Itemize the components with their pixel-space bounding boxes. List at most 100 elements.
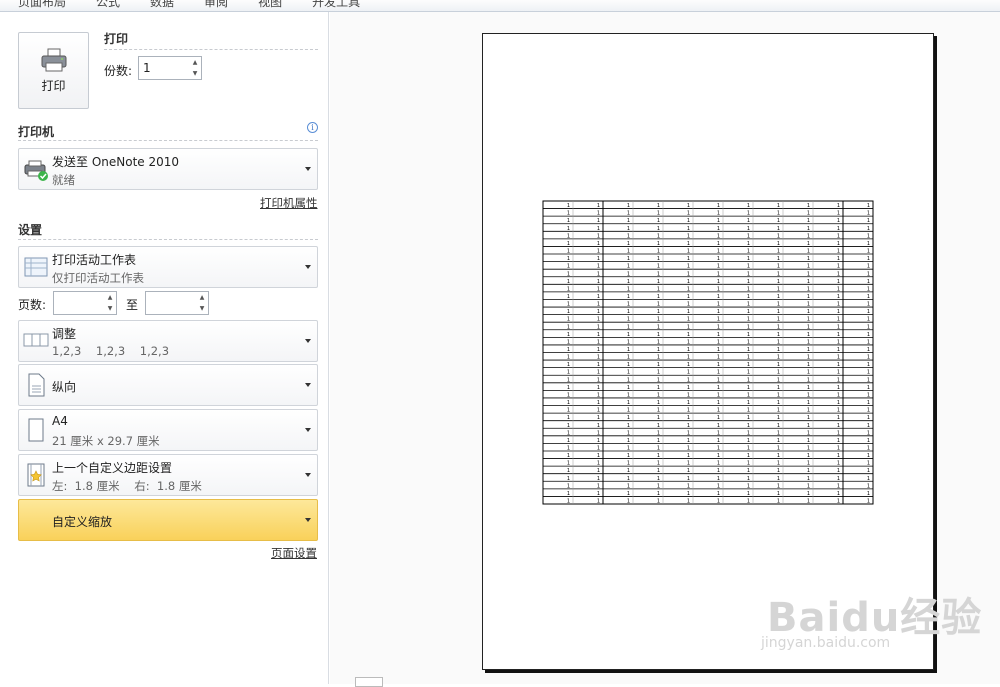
- copies-stepper[interactable]: 1 ▲ ▼: [138, 56, 202, 80]
- pages-to-value[interactable]: [146, 292, 196, 314]
- preview-cell: 1: [567, 317, 570, 323]
- preview-cell: 1: [627, 476, 630, 482]
- stepper-up-icon[interactable]: ▲: [200, 294, 205, 301]
- preview-cell: 1: [777, 347, 780, 353]
- preview-cell: 1: [627, 408, 630, 414]
- preview-cell: 1: [867, 226, 870, 232]
- printer-select[interactable]: 发送至 OneNote 2010 就绪: [18, 148, 318, 190]
- tab-page-layout[interactable]: 页面布局: [18, 0, 66, 10]
- preview-cell: 1: [687, 249, 690, 255]
- preview-cell: 1: [747, 476, 750, 482]
- preview-cell: 1: [747, 279, 750, 285]
- copies-value[interactable]: 1: [139, 57, 189, 79]
- preview-cell: 1: [747, 249, 750, 255]
- preview-cell: 1: [837, 430, 840, 436]
- preview-cell: 1: [777, 294, 780, 300]
- preview-cell: 1: [717, 377, 720, 383]
- tab-review[interactable]: 审阅: [204, 0, 228, 10]
- preview-cell: 1: [687, 286, 690, 292]
- preview-cell: 1: [687, 430, 690, 436]
- preview-cell: 1: [837, 271, 840, 277]
- stepper-up-icon[interactable]: ▲: [108, 294, 113, 301]
- preview-cell: 1: [687, 362, 690, 368]
- print-button[interactable]: 打印: [18, 32, 89, 109]
- pages-from-field[interactable]: ▲ ▼: [53, 291, 117, 315]
- preview-cell: 1: [807, 211, 810, 217]
- preview-cell: 1: [777, 249, 780, 255]
- stepper-up-icon[interactable]: ▲: [193, 59, 198, 66]
- preview-cell: 1: [597, 332, 600, 338]
- page-setup-link[interactable]: 页面设置: [271, 545, 317, 561]
- tab-formulas[interactable]: 公式: [96, 0, 120, 10]
- preview-cell: 1: [567, 286, 570, 292]
- stepper-down-icon[interactable]: ▼: [108, 305, 113, 312]
- printer-properties-link[interactable]: 打印机属性: [260, 195, 318, 211]
- preview-cell: 1: [777, 408, 780, 414]
- preview-cell: 1: [867, 415, 870, 421]
- preview-cell: 1: [807, 332, 810, 338]
- preview-cell: 1: [717, 385, 720, 391]
- preview-cell: 1: [627, 264, 630, 270]
- orientation-select[interactable]: 纵向: [18, 364, 318, 406]
- preview-cell: 1: [597, 211, 600, 217]
- collate-title: 调整: [52, 327, 77, 341]
- preview-cell: 1: [687, 324, 690, 330]
- preview-cell: 1: [867, 203, 870, 209]
- preview-cell: 1: [687, 423, 690, 429]
- preview-cell: 1: [807, 226, 810, 232]
- stepper-down-icon[interactable]: ▼: [193, 70, 198, 77]
- preview-cell: 1: [597, 461, 600, 467]
- preview-cell: 1: [777, 271, 780, 277]
- preview-cell: 1: [567, 430, 570, 436]
- collate-select[interactable]: 调整 1,2,3 1,2,3 1,2,3: [18, 320, 318, 362]
- preview-cell: 1: [777, 468, 780, 474]
- tab-data[interactable]: 数据: [150, 0, 174, 10]
- paper-size-select[interactable]: A4 21 厘米 x 29.7 厘米: [18, 409, 318, 451]
- preview-cell: 1: [837, 362, 840, 368]
- preview-cell: 1: [657, 415, 660, 421]
- preview-cell: 1: [777, 370, 780, 376]
- preview-cell: 1: [627, 256, 630, 262]
- preview-cell: 1: [807, 218, 810, 224]
- preview-cell: 1: [717, 461, 720, 467]
- preview-cell: 1: [777, 476, 780, 482]
- preview-cell: 1: [867, 476, 870, 482]
- preview-cell: 1: [747, 286, 750, 292]
- preview-cell: 1: [687, 461, 690, 467]
- margins-select[interactable]: 上一个自定义边距设置 左: 1.8 厘米 右: 1.8 厘米: [18, 454, 318, 496]
- preview-cell: 1: [777, 264, 780, 270]
- preview-cell: 1: [777, 430, 780, 436]
- preview-cell: 1: [597, 385, 600, 391]
- preview-cell: 1: [717, 279, 720, 285]
- preview-cell: 1: [687, 279, 690, 285]
- info-icon[interactable]: i: [307, 122, 318, 133]
- watermark-url: jingyan.baidu.com: [761, 635, 891, 651]
- preview-cell: 1: [717, 491, 720, 497]
- preview-cell: 1: [687, 264, 690, 270]
- preview-cell: 1: [717, 324, 720, 330]
- preview-cell: 1: [717, 249, 720, 255]
- scaling-select[interactable]: 自定义缩放: [18, 499, 318, 541]
- print-scope-select[interactable]: 打印活动工作表 仅打印活动工作表: [18, 246, 318, 288]
- preview-cell: 1: [837, 332, 840, 338]
- stepper-down-icon[interactable]: ▼: [200, 305, 205, 312]
- preview-cell: 1: [747, 302, 750, 308]
- pages-from-value[interactable]: [54, 292, 104, 314]
- preview-cell: 1: [657, 445, 660, 451]
- preview-cell: 1: [777, 392, 780, 398]
- preview-cell: 1: [747, 445, 750, 451]
- preview-cell: 1: [837, 226, 840, 232]
- tab-developer[interactable]: 开发工具: [312, 0, 360, 10]
- chevron-down-icon: [305, 265, 311, 269]
- page-nav-control[interactable]: [355, 677, 383, 687]
- pages-to-field[interactable]: ▲ ▼: [145, 291, 209, 315]
- tab-view[interactable]: 视图: [258, 0, 282, 10]
- preview-cell: 1: [747, 233, 750, 239]
- preview-cell: 1: [717, 218, 720, 224]
- preview-cell: 1: [807, 377, 810, 383]
- preview-cell: 1: [867, 279, 870, 285]
- preview-cell: 1: [717, 468, 720, 474]
- preview-cell: 1: [627, 499, 630, 505]
- preview-cell: 1: [717, 423, 720, 429]
- preview-cell: 1: [867, 499, 870, 505]
